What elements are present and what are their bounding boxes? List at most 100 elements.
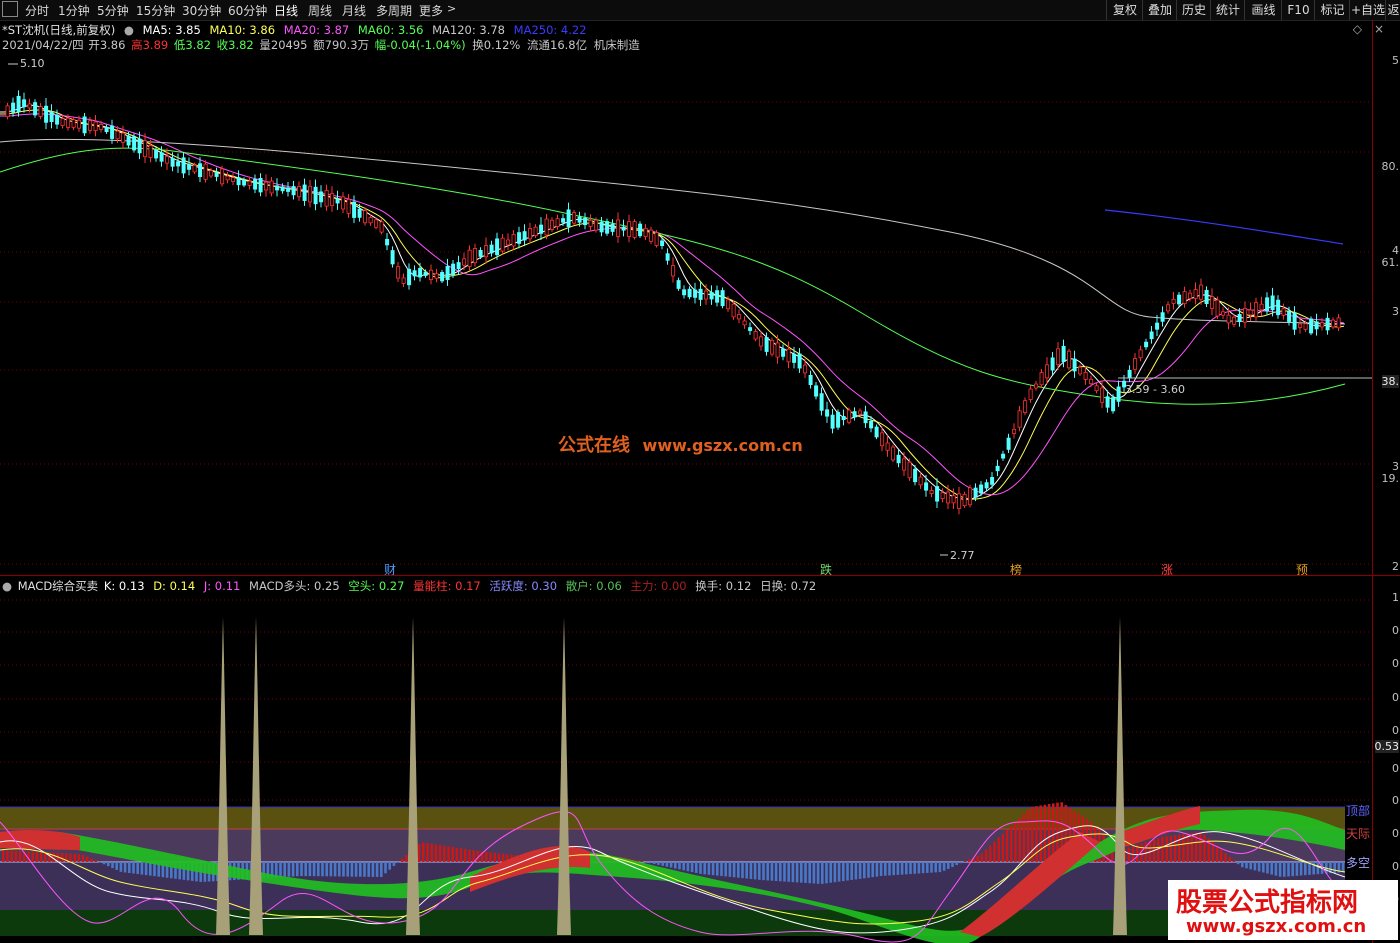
candle — [506, 239, 511, 246]
histogram-bar — [489, 852, 492, 862]
candle — [1254, 302, 1259, 318]
candle — [759, 336, 764, 347]
candle — [742, 320, 747, 326]
histogram-bar — [81, 854, 85, 862]
candle — [247, 180, 252, 186]
candle — [407, 268, 412, 286]
candle — [181, 157, 186, 174]
candle — [907, 461, 912, 479]
histogram-bar — [682, 862, 685, 871]
price-chart[interactable]: 5.10 2.77 3.59 - 3.60 — [0, 52, 1372, 574]
diamond-icon[interactable]: ◇ — [1353, 22, 1362, 36]
histogram-bar — [1043, 804, 1047, 862]
candle — [55, 114, 60, 125]
candle — [577, 216, 582, 223]
histogram-bar — [94, 860, 97, 862]
tab-15min[interactable]: 15分钟 — [136, 2, 175, 19]
histogram-bar — [123, 862, 127, 873]
histogram-bar — [375, 862, 379, 877]
candle — [121, 132, 126, 143]
histogram-bar — [913, 862, 916, 874]
candle — [104, 126, 109, 133]
indicator-settings-icon[interactable]: ● — [2, 579, 12, 593]
indicator-chart[interactable]: 顶部 天际 多空 — [0, 592, 1372, 943]
candle — [770, 339, 775, 355]
tab-5min[interactable]: 5分钟 — [97, 2, 129, 19]
candle — [957, 493, 962, 509]
candle — [643, 227, 648, 237]
mark-button[interactable]: 标记 — [1314, 0, 1350, 20]
tab-60min[interactable]: 60分钟 — [228, 2, 267, 19]
stats-button[interactable]: 统计 — [1210, 0, 1245, 20]
candle — [1259, 303, 1264, 311]
f10-button[interactable]: F10 — [1281, 0, 1315, 20]
histogram-bar — [737, 862, 740, 878]
candle — [60, 118, 65, 126]
histogram-bar — [993, 841, 996, 862]
candle — [1270, 295, 1275, 311]
candle — [379, 221, 384, 233]
indicator-name[interactable]: MACD综合买卖 — [18, 579, 98, 593]
history-button[interactable]: 历史 — [1176, 0, 1211, 20]
histogram-bar — [1165, 836, 1168, 862]
histogram-bar — [711, 862, 715, 876]
candle — [984, 482, 989, 489]
candle — [434, 273, 439, 279]
candle — [1182, 291, 1187, 305]
tab-weekly[interactable]: 周线 — [308, 2, 332, 19]
candle — [676, 280, 681, 289]
ma250-line — [1104, 209, 1344, 245]
axis-label: 80. — [1381, 160, 1400, 173]
candle — [511, 234, 516, 247]
candle — [869, 420, 874, 429]
histogram-bar — [661, 862, 664, 866]
histogram-bar — [346, 862, 349, 877]
draw-button[interactable]: 画线 — [1244, 0, 1282, 20]
candle — [330, 193, 335, 206]
candle — [88, 120, 93, 131]
candle — [544, 218, 549, 236]
candle — [522, 231, 527, 241]
candle — [1138, 349, 1143, 359]
settings-icon[interactable]: ● — [124, 23, 134, 37]
histogram-bar — [1287, 862, 1290, 877]
add-watchlist-button[interactable]: +自选 — [1349, 0, 1386, 20]
tab-30min[interactable]: 30分钟 — [182, 2, 221, 19]
candle — [896, 454, 901, 464]
chevron-right-icon[interactable]: > — [447, 2, 456, 15]
candle — [671, 265, 676, 277]
histogram-bar — [333, 862, 337, 877]
candle — [968, 487, 973, 506]
histogram-bar — [501, 853, 505, 862]
candle — [143, 140, 148, 158]
histogram-bar — [905, 862, 908, 875]
histogram-bar — [1010, 825, 1013, 862]
tab-multi-period[interactable]: 多周期 — [376, 2, 412, 19]
histogram-bar — [2, 850, 5, 862]
fuquan-button[interactable]: 复权 — [1106, 0, 1143, 20]
candle — [561, 218, 566, 223]
candle — [44, 105, 49, 123]
candle — [49, 111, 54, 123]
candle — [935, 486, 940, 502]
tab-more[interactable]: 更多 — [419, 2, 443, 19]
candle — [137, 138, 142, 154]
histogram-bar — [1299, 862, 1303, 876]
candle — [1314, 321, 1319, 330]
tab-fenshi[interactable]: 分时 — [25, 2, 49, 19]
candle — [264, 181, 269, 191]
candle — [38, 106, 43, 117]
menu-icon[interactable] — [2, 1, 18, 17]
tab-monthly[interactable]: 月线 — [342, 2, 366, 19]
candle — [429, 269, 434, 280]
tab-1min[interactable]: 1分钟 — [58, 2, 90, 19]
tab-daily[interactable]: 日线 — [274, 2, 298, 19]
histogram-bar — [867, 862, 870, 878]
overlay-button[interactable]: 叠加 — [1142, 0, 1177, 20]
histogram-bar — [384, 862, 387, 874]
back-button[interactable]: 返 — [1385, 0, 1400, 20]
histogram-bar — [669, 862, 673, 868]
candle — [1298, 323, 1303, 328]
candle — [319, 191, 324, 203]
histogram-bar — [825, 862, 828, 884]
